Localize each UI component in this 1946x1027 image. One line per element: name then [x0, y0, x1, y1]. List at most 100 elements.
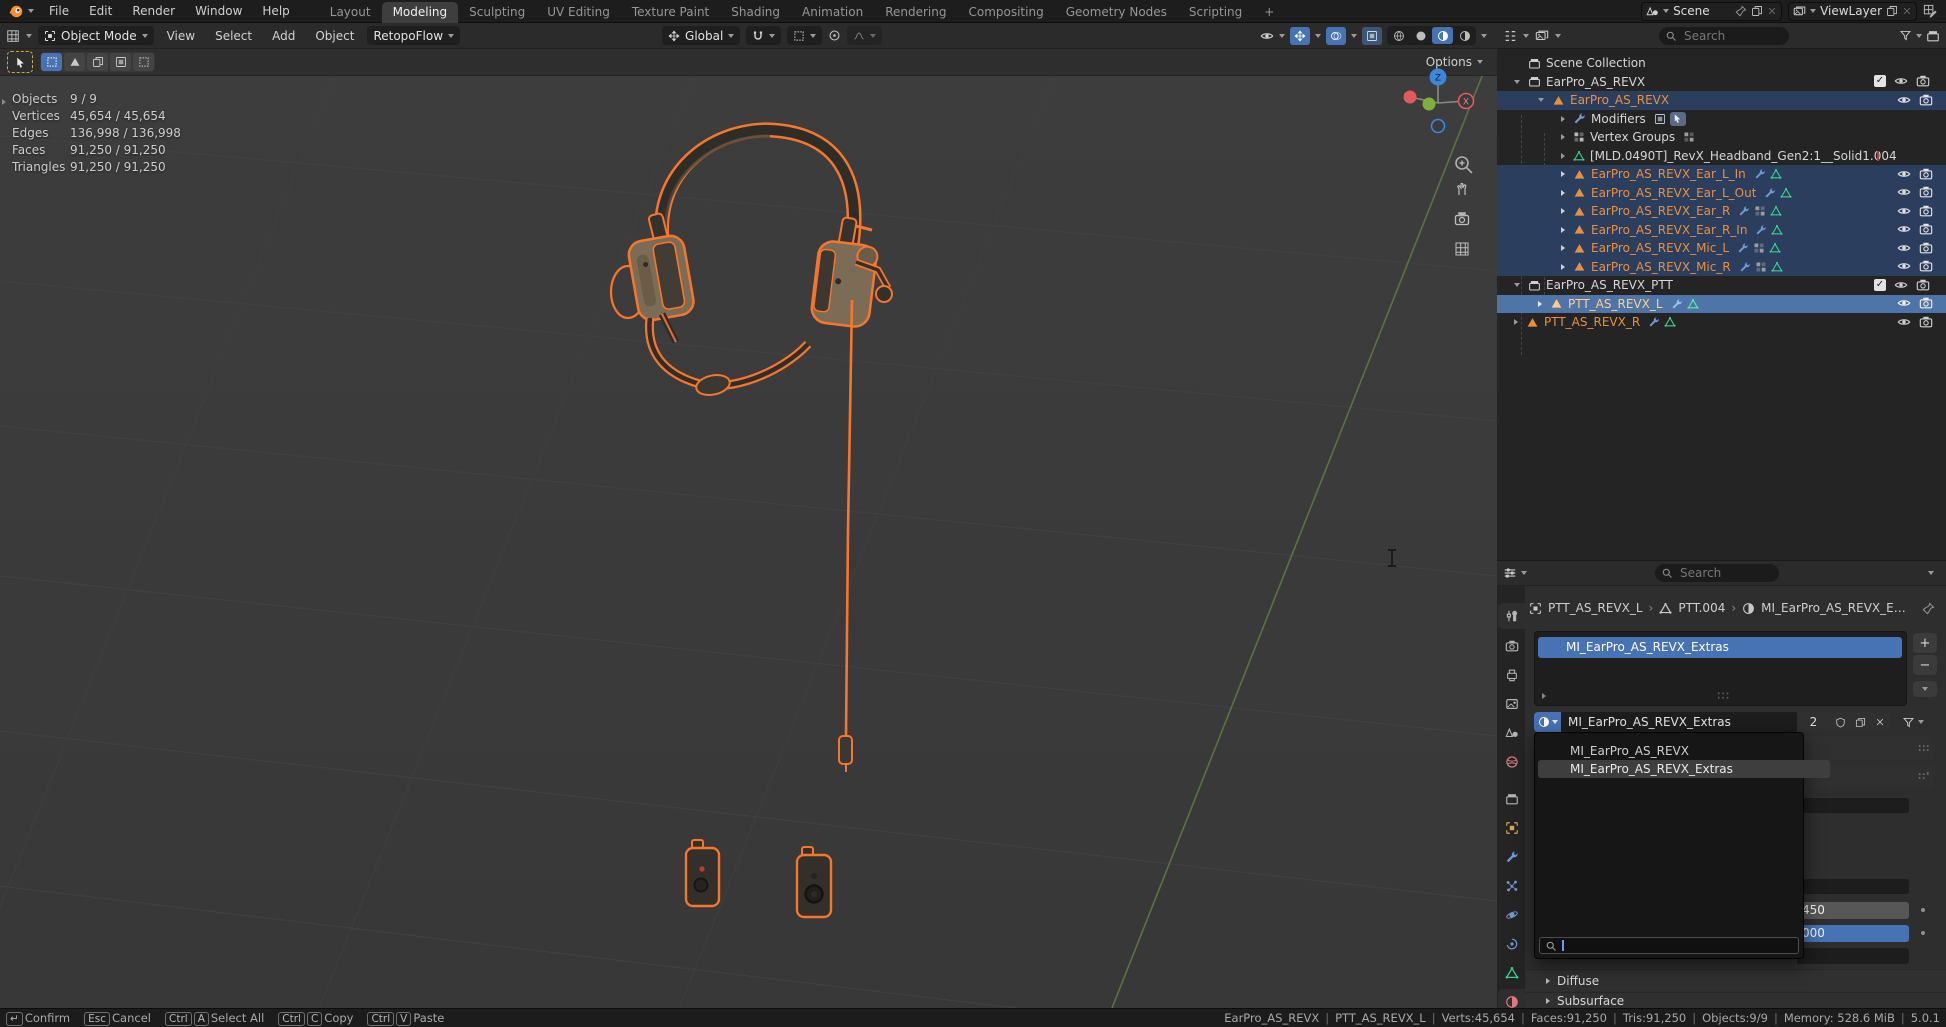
shading-solid-button[interactable]: [1410, 27, 1431, 44]
unlink-icon[interactable]: [1902, 6, 1912, 16]
xray-toggle[interactable]: [1362, 27, 1382, 45]
material-users-count[interactable]: 2: [1797, 712, 1830, 732]
filter-mode-chevron-icon[interactable]: [1555, 34, 1561, 38]
collapse-chevron-icon[interactable]: [1561, 245, 1565, 251]
sidebar-toggle-chevron-icon[interactable]: [2, 99, 6, 105]
outliner-filter-mode-icon[interactable]: [1535, 29, 1549, 43]
view-layer-browse-chevron-icon[interactable]: [1810, 9, 1816, 13]
app-menu-chevron-icon[interactable]: [28, 9, 34, 13]
tab-world[interactable]: [1498, 749, 1525, 775]
visibility-eye-icon[interactable]: [1260, 29, 1274, 43]
hide-eye-icon[interactable]: [1894, 74, 1908, 88]
axis-y-positive[interactable]: [1423, 98, 1436, 111]
menu-object[interactable]: Object: [308, 27, 361, 45]
tab-sculpting[interactable]: Sculpting: [458, 2, 536, 23]
disable-render-camera-icon[interactable]: [1916, 278, 1930, 292]
outliner-row-ear-r-in[interactable]: EarPro_AS_REVX_Ear_R_In: [1497, 221, 1946, 240]
hide-eye-icon[interactable]: [1897, 296, 1911, 310]
outliner-row-scene-collection[interactable]: Scene Collection: [1497, 54, 1946, 73]
active-tool-select-box[interactable]: [8, 52, 32, 72]
animate-dot-icon[interactable]: [1921, 908, 1925, 912]
disable-render-camera-icon[interactable]: [1919, 93, 1933, 107]
hide-eye-icon[interactable]: [1897, 167, 1911, 181]
viewport-3d[interactable]: Object Mode View Select Add Object Retop…: [0, 23, 1498, 1008]
hide-eye-icon[interactable]: [1897, 222, 1911, 236]
disable-render-camera-icon[interactable]: [1919, 222, 1933, 236]
tab-object-data[interactable]: [1498, 960, 1525, 986]
show-gizmo-toggle[interactable]: [1290, 27, 1310, 45]
filter-funnel-icon[interactable]: [1899, 29, 1912, 42]
hide-eye-icon[interactable]: [1897, 315, 1911, 329]
tab-render[interactable]: [1498, 633, 1525, 659]
editor-type-chevron-icon[interactable]: [26, 34, 32, 38]
overlays-chevron-icon[interactable]: [1351, 34, 1357, 38]
tab-object[interactable]: [1498, 815, 1525, 841]
modifier-edit-toggle[interactable]: [1670, 112, 1686, 126]
resize-grip-icon[interactable]: [1918, 744, 1931, 753]
blender-logo-icon[interactable]: [8, 3, 25, 20]
dropdown-search-input[interactable]: [1569, 937, 1794, 954]
expand-chevron-icon[interactable]: [1514, 283, 1520, 287]
tab-geometry-nodes[interactable]: Geometry Nodes: [1055, 2, 1178, 23]
outliner-row-ear-l-out[interactable]: EarPro_AS_REVX_Ear_L_Out: [1497, 184, 1946, 203]
outliner-row-ear-r[interactable]: EarPro_AS_REVX_Ear_R: [1497, 202, 1946, 221]
collapse-chevron-icon[interactable]: [1561, 227, 1565, 233]
menu-help[interactable]: Help: [253, 2, 298, 20]
outliner-row-ear-l-in[interactable]: EarPro_AS_REVX_Ear_L_In: [1497, 165, 1946, 184]
shading-material-button[interactable]: [1432, 27, 1453, 44]
disable-render-camera-icon[interactable]: [1919, 259, 1933, 273]
disable-render-camera-icon[interactable]: [1919, 241, 1933, 255]
select-mode-new[interactable]: [41, 53, 62, 71]
exclude-checkbox[interactable]: ✓: [1874, 75, 1886, 87]
outliner-row-mic-r[interactable]: EarPro_AS_REVX_Mic_R: [1497, 258, 1946, 277]
scene-name[interactable]: Scene: [1673, 4, 1731, 18]
collapse-chevron-icon[interactable]: [1561, 134, 1565, 140]
axis-x-negative[interactable]: [1404, 91, 1417, 104]
pin-icon[interactable]: [1922, 602, 1935, 615]
hide-eye-icon[interactable]: [1897, 185, 1911, 199]
value-field-000[interactable]: 000: [1797, 925, 1909, 942]
value-field-partial[interactable]: [1797, 948, 1909, 964]
ptt-unit-left[interactable]: [686, 840, 719, 906]
hide-eye-icon[interactable]: [1897, 241, 1911, 255]
collapse-chevron-icon[interactable]: [1561, 208, 1565, 214]
menu-select[interactable]: Select: [208, 27, 259, 45]
proportional-falloff-selector[interactable]: [847, 26, 882, 45]
panel-header-subsurface[interactable]: Subsurface: [1526, 992, 1946, 1009]
view-layer-name[interactable]: ViewLayer: [1820, 4, 1882, 18]
add-material-slot-button[interactable]: +: [1913, 633, 1937, 653]
panel-header-diffuse[interactable]: Diffuse: [1526, 969, 1946, 991]
tab-view-layer[interactable]: [1498, 691, 1525, 717]
properties-editor-icon[interactable]: [1503, 566, 1517, 580]
value-field-450[interactable]: 450: [1797, 902, 1909, 919]
tab-texture-paint[interactable]: Texture Paint: [621, 2, 720, 23]
outliner-row-mesh-data[interactable]: [MLD.0490T]_RevX_Headband_Gen2:1__Solid1…: [1497, 147, 1946, 166]
tab-scene[interactable]: [1498, 720, 1525, 746]
menu-render[interactable]: Render: [123, 2, 184, 20]
new-material-copy-button[interactable]: [1850, 712, 1870, 732]
select-mode-intersect[interactable]: [133, 53, 154, 71]
axis-z-negative[interactable]: [1432, 120, 1445, 133]
value-field-partial[interactable]: [1797, 798, 1909, 813]
show-overlays-toggle[interactable]: [1326, 27, 1346, 45]
disable-render-camera-icon[interactable]: [1919, 315, 1933, 329]
navigation-gizmo[interactable]: Z X: [1398, 63, 1488, 313]
select-mode-difference[interactable]: [110, 53, 131, 71]
expand-chevron-icon[interactable]: [1538, 98, 1544, 102]
value-field-partial[interactable]: [1797, 879, 1909, 894]
select-mode-extend[interactable]: [64, 53, 85, 71]
collapse-chevron-icon[interactable]: [1561, 171, 1565, 177]
menu-view[interactable]: View: [160, 27, 202, 45]
menu-edit[interactable]: Edit: [80, 2, 121, 20]
hide-eye-icon[interactable]: [1897, 93, 1911, 107]
tab-modeling[interactable]: Modeling: [382, 2, 459, 23]
collapse-chevron-icon[interactable]: [1561, 264, 1565, 270]
collapse-chevron-icon[interactable]: [1561, 153, 1565, 159]
menu-window[interactable]: Window: [186, 2, 251, 20]
material-slot-item[interactable]: MI_EarPro_AS_REVX_Extras: [1538, 637, 1902, 658]
breadcrumb-material[interactable]: MI_EarPro_AS_REVX_Ext...: [1761, 601, 1911, 615]
new-view-layer-icon[interactable]: [1923, 4, 1938, 19]
disable-render-camera-icon[interactable]: [1919, 185, 1933, 199]
animate-dot-icon[interactable]: [1921, 931, 1925, 935]
tab-output[interactable]: [1498, 662, 1525, 688]
